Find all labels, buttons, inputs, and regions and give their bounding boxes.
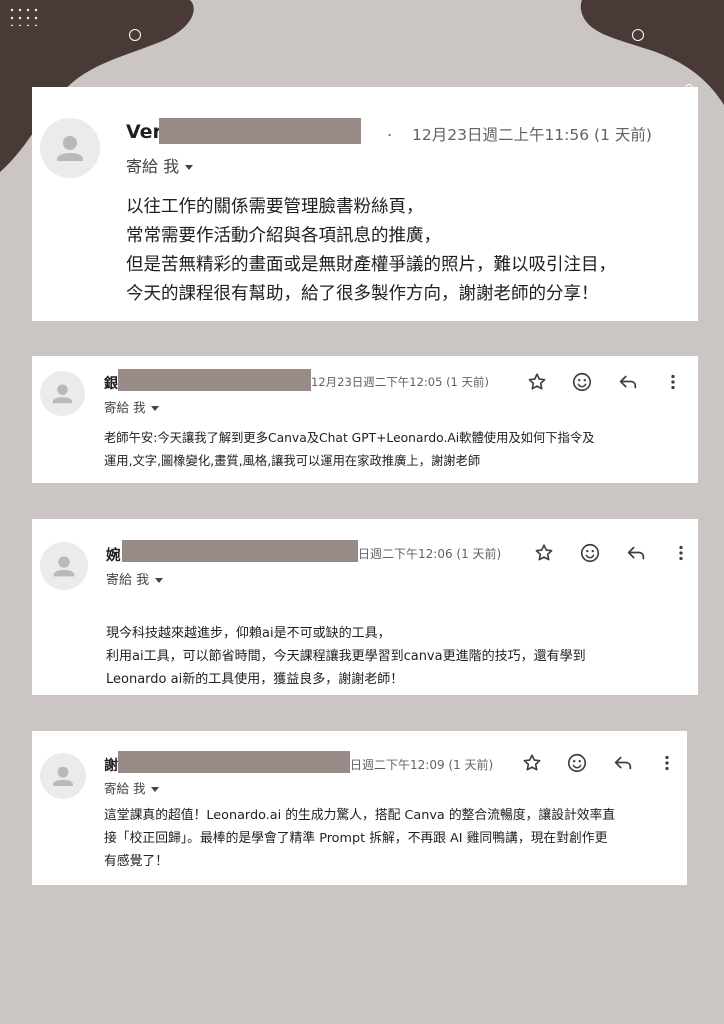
sender-name[interactable]: 銀 bbox=[104, 373, 118, 393]
ring-decoration-left bbox=[129, 29, 141, 41]
reply-icon[interactable] bbox=[612, 752, 634, 774]
body-line: 現今科技越來越進步，仰賴ai是不可或缺的工具， bbox=[106, 626, 391, 641]
sender-name[interactable]: Ver bbox=[126, 121, 162, 143]
avatar-icon bbox=[40, 371, 85, 416]
body-line: 利用ai工具，可以節省時間，今天課程讓我更學習到canva更進階的技巧，還有學到 bbox=[106, 649, 586, 664]
dot-pattern bbox=[8, 6, 42, 26]
body-line: 有感覺了！ bbox=[104, 854, 168, 869]
recipient-label[interactable]: 寄給 我 bbox=[126, 153, 194, 177]
body-line: 以往工作的關係需要管理臉書粉絲頁， bbox=[126, 197, 424, 217]
avatar-icon bbox=[40, 118, 100, 178]
body-line: 常常需要作活動介紹與各項訊息的推廣， bbox=[126, 226, 441, 246]
timestamp: 日週二下午12:09 (1 天前) bbox=[350, 758, 494, 772]
body-line: Leonardo ai新的工具使用，獲益良多，謝謝老師！ bbox=[106, 672, 404, 687]
timestamp: 日週二下午12:06 (1 天前) bbox=[358, 547, 502, 561]
chevron-down-icon[interactable] bbox=[155, 578, 164, 583]
redacted-sender bbox=[118, 751, 350, 773]
recipient-text: 寄給 我 bbox=[104, 400, 146, 415]
redacted-sender bbox=[159, 118, 361, 144]
timestamp: 12月23日週二下午12:05 (1 天前) bbox=[311, 375, 490, 389]
sender-suffix: . bbox=[387, 121, 393, 140]
recipient-text: 寄給 我 bbox=[104, 781, 146, 796]
email-body: 這堂課真的超值！Leonardo.ai 的生成力驚人，搭配 Canva 的整合流… bbox=[104, 804, 615, 873]
timestamp: 12月23日週二上午11:56 (1 天前) bbox=[412, 126, 652, 144]
body-line: 這堂課真的超值！Leonardo.ai 的生成力驚人，搭配 Canva 的整合流… bbox=[104, 808, 616, 823]
sender-name[interactable]: 謝 bbox=[104, 755, 118, 775]
chevron-down-icon[interactable] bbox=[151, 787, 160, 792]
chevron-down-icon[interactable] bbox=[151, 406, 160, 411]
more-vert-icon[interactable] bbox=[662, 371, 684, 393]
ring-decoration-right bbox=[632, 29, 644, 41]
reply-icon[interactable] bbox=[625, 542, 647, 564]
smiley-icon[interactable] bbox=[571, 371, 593, 393]
smiley-icon[interactable] bbox=[579, 542, 601, 564]
body-line: 但是苦無精彩的畫面或是無財產權爭議的照片，難以吸引注目， bbox=[126, 255, 616, 275]
recipient-text: 寄給 我 bbox=[106, 573, 150, 588]
email-card-2: 銀 12月23日週二下午12:05 (1 天前) 寄給 我 老師午安:今天讓我了… bbox=[32, 356, 698, 483]
chevron-down-icon[interactable] bbox=[185, 165, 194, 170]
more-vert-icon[interactable] bbox=[670, 542, 692, 564]
recipient-label[interactable]: 寄給 我 bbox=[104, 778, 160, 797]
body-line: 接「校正回歸」。最棒的是學會了精準 Prompt 拆解，不再跟 AI 雞同鴨講，… bbox=[104, 831, 608, 846]
star-icon[interactable] bbox=[533, 542, 555, 564]
email-card-3: 婉 日週二下午12:06 (1 天前) 寄給 我 現今科技越來越進步，仰賴ai是… bbox=[32, 519, 698, 695]
recipient-label[interactable]: 寄給 我 bbox=[104, 397, 160, 416]
recipient-label[interactable]: 寄給 我 bbox=[106, 569, 164, 588]
star-icon[interactable] bbox=[521, 752, 543, 774]
body-line: 今天的課程很有幫助，給了很多製作方向，謝謝老師的分享！ bbox=[126, 284, 599, 304]
more-vert-icon[interactable] bbox=[656, 752, 678, 774]
star-icon[interactable] bbox=[526, 371, 548, 393]
smiley-icon[interactable] bbox=[566, 752, 588, 774]
reply-icon[interactable] bbox=[617, 371, 639, 393]
redacted-sender bbox=[118, 369, 311, 391]
body-line: 老師午安:今天讓我了解到更多Canva及Chat GPT+Leonardo.Ai… bbox=[104, 431, 595, 445]
body-line: 運用,文字,圖橡變化,畫質,風格,讓我可以運用在家政推廣上，謝謝老師 bbox=[104, 454, 481, 468]
email-card-4: 謝 日週二下午12:09 (1 天前) 寄給 我 這堂課真的超值！Leonard… bbox=[32, 731, 687, 885]
avatar-icon bbox=[40, 542, 88, 590]
email-body: 老師午安:今天讓我了解到更多Canva及Chat GPT+Leonardo.Ai… bbox=[104, 427, 594, 473]
avatar-icon bbox=[40, 753, 86, 799]
recipient-text: 寄給 我 bbox=[126, 157, 180, 176]
email-body: 現今科技越來越進步，仰賴ai是不可或缺的工具， 利用ai工具，可以節省時間，今天… bbox=[106, 622, 586, 691]
email-body: 以往工作的關係需要管理臉書粉絲頁， 常常需要作活動介紹與各項訊息的推廣， 但是苦… bbox=[126, 193, 616, 309]
sender-name[interactable]: 婉 bbox=[106, 544, 121, 565]
email-card-1: Ver . 12月23日週二上午11:56 (1 天前) 寄給 我 以往工作的關… bbox=[32, 87, 698, 321]
redacted-sender bbox=[122, 540, 358, 562]
